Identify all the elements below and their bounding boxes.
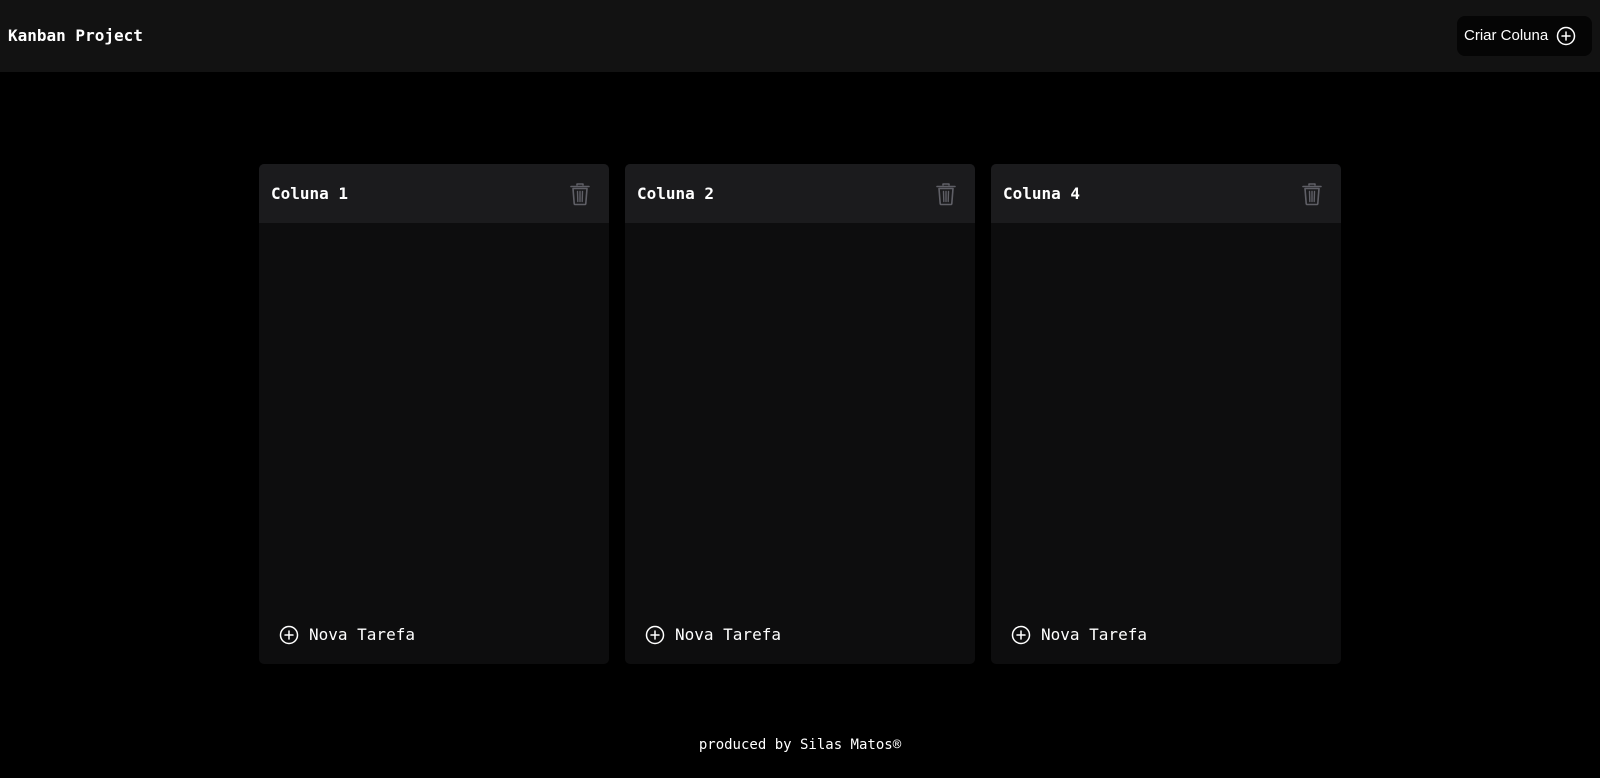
trash-icon[interactable] bbox=[569, 182, 591, 206]
new-task-label: Nova Tarefa bbox=[675, 625, 781, 644]
kanban-column: Coluna 1 Nova Tarefa bbox=[259, 164, 609, 664]
column-title: Coluna 1 bbox=[271, 184, 349, 203]
kanban-column: Coluna 2 Nova Tarefa bbox=[625, 164, 975, 664]
trash-icon[interactable] bbox=[935, 182, 957, 206]
new-task-button[interactable]: Nova Tarefa bbox=[1011, 623, 1147, 647]
column-title: Coluna 2 bbox=[637, 184, 715, 203]
kanban-column: Coluna 4 Nova Tarefa bbox=[991, 164, 1341, 664]
app-header: Kanban Project Criar Coluna bbox=[0, 0, 1600, 72]
trash-icon[interactable] bbox=[1301, 182, 1323, 206]
new-task-button[interactable]: Nova Tarefa bbox=[645, 623, 781, 647]
column-header: Coluna 2 bbox=[625, 164, 975, 223]
plus-circle-icon bbox=[645, 625, 665, 645]
column-header: Coluna 4 bbox=[991, 164, 1341, 223]
create-column-button[interactable]: Criar Coluna bbox=[1457, 16, 1592, 56]
create-column-label: Criar Coluna bbox=[1464, 27, 1549, 44]
plus-circle-icon bbox=[1011, 625, 1031, 645]
plus-circle-icon bbox=[279, 625, 299, 645]
kanban-board: Coluna 1 Nova Tarefa Coluna 2 Nova Taref… bbox=[259, 164, 1343, 664]
plus-circle-icon bbox=[1556, 26, 1576, 46]
app-title: Kanban Project bbox=[8, 26, 143, 45]
footer-credit: produced by Silas Matos® bbox=[698, 737, 902, 753]
new-task-label: Nova Tarefa bbox=[1041, 625, 1147, 644]
column-title: Coluna 4 bbox=[1003, 184, 1081, 203]
column-header: Coluna 1 bbox=[259, 164, 609, 223]
new-task-label: Nova Tarefa bbox=[309, 625, 415, 644]
new-task-button[interactable]: Nova Tarefa bbox=[279, 623, 415, 647]
